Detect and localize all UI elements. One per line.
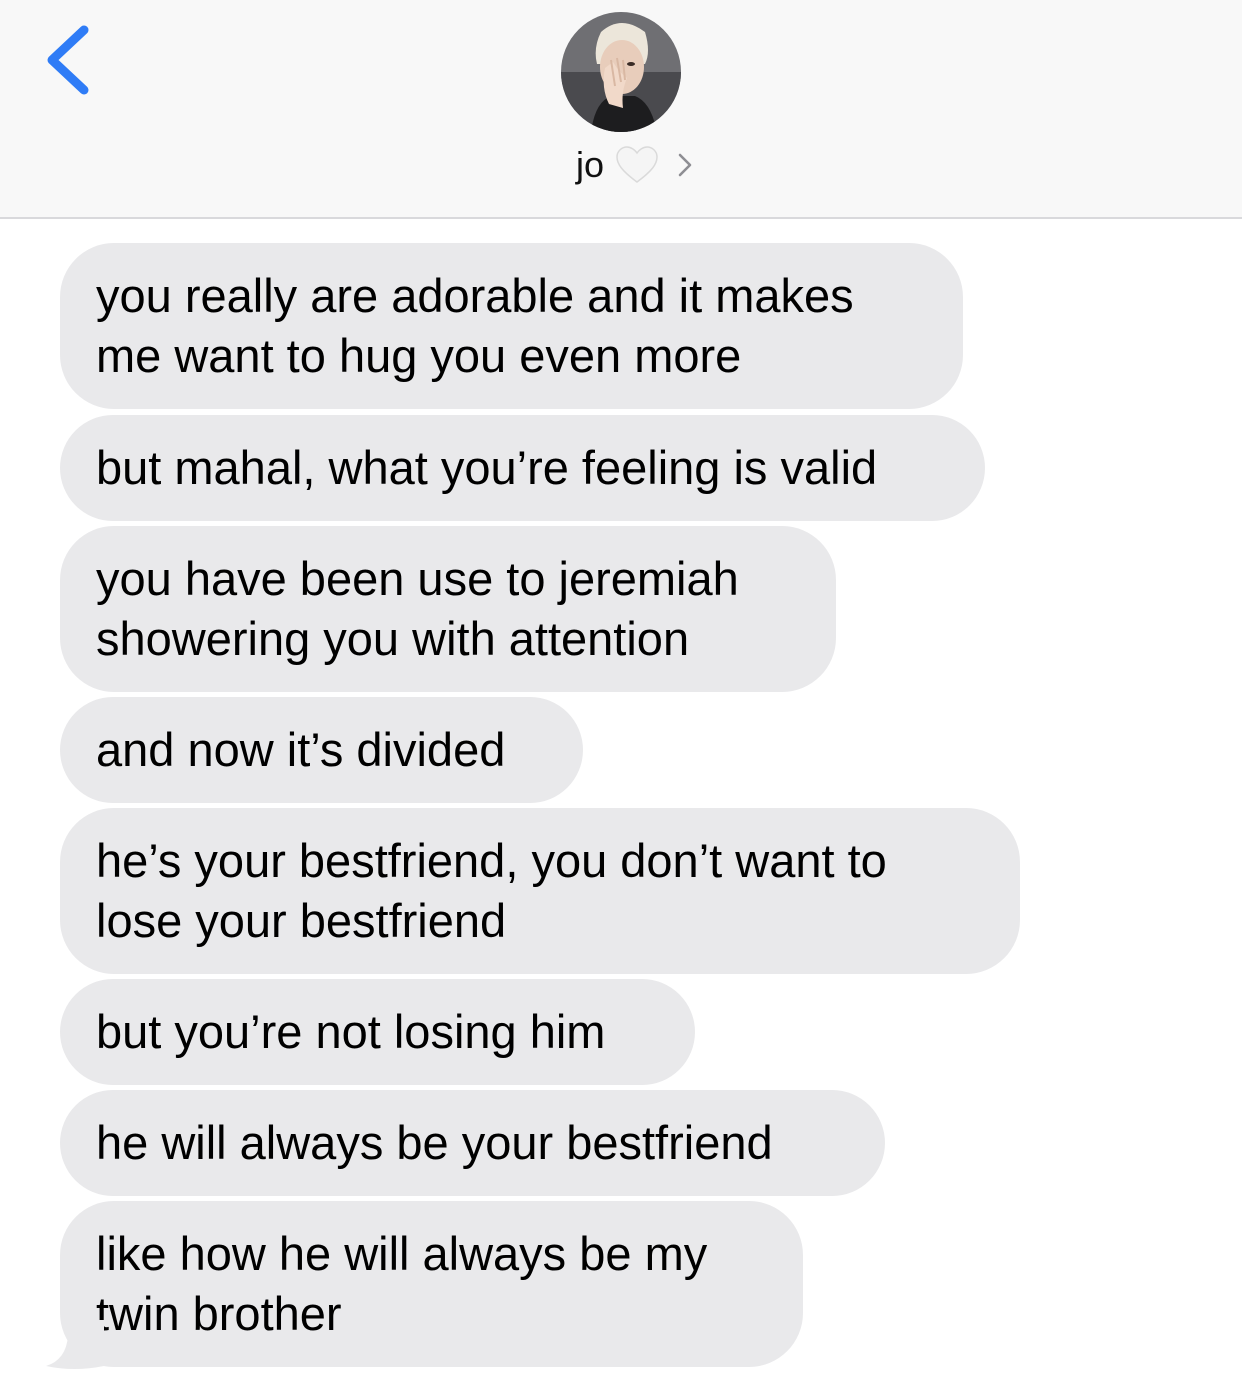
message-bubble[interactable]: but you’re not losing him [60,979,695,1085]
contact-photo [561,12,681,132]
message-bubble[interactable]: but mahal, what you’re feeling is valid [60,415,985,521]
message-bubble[interactable]: he’s your bestfriend, you don’t want to … [60,808,1020,974]
message-bubble[interactable]: he will always be your bestfriend [60,1090,885,1196]
avatar[interactable] [561,12,681,132]
white-heart-icon [616,146,658,183]
contact-name: jo [575,144,605,185]
message-text: he will always be your bestfriend [96,1116,773,1169]
back-button[interactable] [40,22,100,102]
message-bubble[interactable]: and now it’s divided [60,697,583,803]
message-text: you have been use to jeremiah showering … [96,552,739,665]
chevron-right-icon [678,153,692,177]
contact-details-link[interactable]: jo [0,140,1242,190]
message-text: you really are adorable and it makes me … [96,269,854,382]
chevron-left-icon [47,25,89,95]
message-bubble[interactable]: you have been use to jeremiah showering … [60,526,836,692]
conversation-header: jo [0,0,1242,219]
message-text: like how he will always be my twin broth… [96,1227,708,1340]
bubble-tail [46,1320,104,1369]
message-bubble[interactable]: you really are adorable and it makes me … [60,243,963,409]
message-text: he’s your bestfriend, you don’t want to … [96,834,887,947]
message-text: but mahal, what you’re feeling is valid [96,441,878,494]
message-bubble[interactable]: like how he will always be my twin broth… [60,1201,803,1367]
message-text: and now it’s divided [96,723,506,776]
message-text: but you’re not losing him [96,1005,606,1058]
